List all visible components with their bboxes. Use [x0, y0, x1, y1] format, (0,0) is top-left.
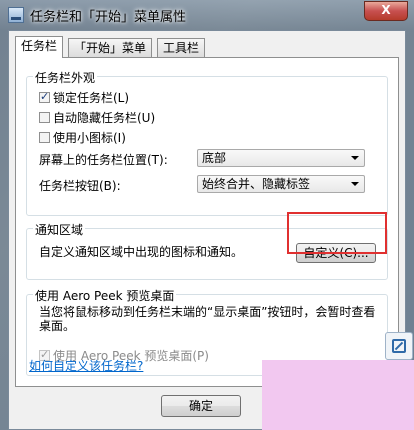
pink-overlay [262, 360, 414, 430]
appearance-legend: 任务栏外观 [33, 69, 98, 86]
taskbar-icon [8, 7, 24, 23]
location-label: 屏幕上的任务栏位置(T): [39, 153, 168, 167]
window-title: 任务栏和「开始」菜单属性 [30, 10, 187, 25]
lock-taskbar-checkbox[interactable]: 锁定任务栏(L) [39, 89, 129, 106]
tab-taskbar[interactable]: 任务栏 [15, 36, 64, 58]
checkbox-icon[interactable] [39, 90, 50, 103]
annotation-highlight-box [287, 212, 387, 254]
tab-toolbars[interactable]: 工具栏 [157, 38, 206, 57]
chevron-down-icon [351, 156, 359, 160]
checkbox-icon[interactable] [39, 132, 50, 143]
auto-hide-checkbox[interactable]: 自动隐藏任务栏(U) [39, 109, 155, 126]
small-icons-checkbox[interactable]: 使用小图标(I) [39, 129, 126, 146]
location-select[interactable]: 底部 [197, 149, 365, 167]
aero-peek-legend: 使用 Aero Peek 预览桌面 [33, 287, 177, 304]
title-bar: 任务栏和「开始」菜单属性 X [0, 0, 414, 30]
scaling-icon[interactable] [385, 332, 413, 360]
aero-peek-description: 当您将鼠标移动到任务栏末端的“显示桌面”按钮时，会暂时查看桌面。 [39, 305, 376, 333]
help-link[interactable]: 如何自定义该任务栏? [29, 357, 143, 374]
buttons-select[interactable]: 始终合并、隐藏标签 [197, 175, 365, 193]
ok-button[interactable]: 确定 [161, 395, 241, 417]
tab-start-menu[interactable]: 「开始」菜单 [68, 38, 153, 57]
notification-description: 自定义通知区域中出现的图标和通知。 [39, 245, 244, 259]
chevron-down-icon [351, 182, 359, 186]
notification-legend: 通知区域 [33, 221, 86, 238]
small-icons-label: 使用小图标(I) [53, 131, 126, 145]
buttons-label: 任务栏按钮(B): [39, 179, 121, 193]
close-button[interactable]: X [364, 1, 408, 21]
checkbox-icon[interactable] [39, 112, 50, 123]
appearance-group: 任务栏外观 锁定任务栏(L) 自动隐藏任务栏(U) 使用小图标(I) 屏幕上的任… [26, 69, 388, 216]
location-value: 底部 [202, 151, 227, 165]
auto-hide-label: 自动隐藏任务栏(U) [53, 111, 156, 125]
buttons-value: 始终合并、隐藏标签 [202, 177, 311, 191]
lock-taskbar-label: 锁定任务栏(L) [53, 91, 130, 105]
